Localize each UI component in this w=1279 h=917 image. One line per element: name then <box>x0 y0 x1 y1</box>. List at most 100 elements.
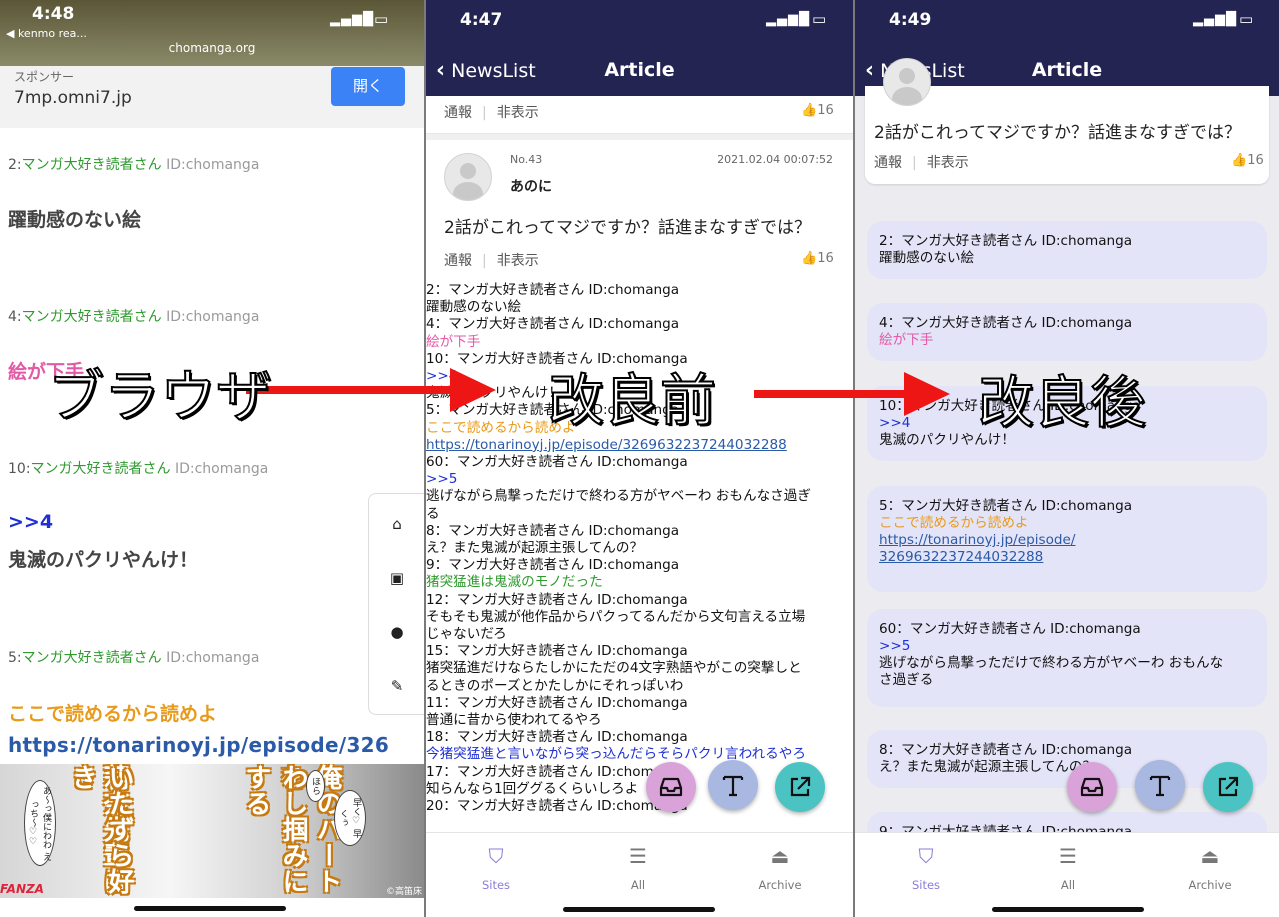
post-link[interactable]: https://tonarinoyj.jp/episode/326 <box>8 733 389 757</box>
raw-line: 18：マンガ大好き読者さん ID:chomanga <box>426 729 688 746</box>
report-button[interactable]: 通報 <box>874 155 902 171</box>
tab-all[interactable]: ☰ All <box>598 843 678 892</box>
ad-title-2: いたずら好き <box>67 764 134 894</box>
status-time: 4:47 <box>460 10 503 30</box>
home-icon[interactable]: ⌂ <box>389 516 405 532</box>
archive-icon: ⏏ <box>770 844 790 868</box>
post-nickname: マンガ大好き読者さん <box>21 157 162 173</box>
archive-fab[interactable] <box>646 762 696 812</box>
reply-anchor[interactable]: >>4 <box>8 511 53 533</box>
tab-label: Sites <box>481 878 511 892</box>
raw-line: 絵が下手 <box>426 333 481 350</box>
list-item: 4：マンガ大好き読者さん ID:chomanga 絵が下手 <box>867 303 1267 361</box>
open-external-fab[interactable] <box>1203 762 1253 812</box>
bubble-header: 2：マンガ大好き読者さん ID:chomanga <box>879 233 1133 249</box>
raw-line[interactable]: 今猪突猛進と言いながら突っ込んだらそらパクリ言われるやろ <box>426 746 853 763</box>
raw-line: 猪突猛進は鬼滅のモノだった <box>426 574 603 591</box>
post-number: 5: <box>8 650 22 666</box>
status-time: 4:48 <box>32 4 75 24</box>
signal-icon: ▂▄▆█ <box>330 12 374 27</box>
comment-icon[interactable]: ● <box>389 624 405 640</box>
ad-copyright: ©高笛床 <box>385 887 422 897</box>
battery-icon: ▭ <box>374 10 390 28</box>
image-icon[interactable]: ▣ <box>389 570 405 586</box>
raw-line: 2：マンガ大好き読者さん ID:chomanga <box>426 282 680 298</box>
ad-brand: FANZA <box>0 882 44 896</box>
post-body: ここで読めるから読めよ <box>8 703 218 725</box>
raw-line[interactable]: >>5 <box>426 471 853 488</box>
comment-card: No.43 2021.02.04 00:07:52 あのに 2話がこれってマジで… <box>426 140 853 280</box>
archive-icon: ⏏ <box>1200 844 1220 868</box>
sponsor-label: スポンサー <box>14 70 75 84</box>
external-link-icon <box>1218 776 1239 797</box>
post-header: 5:マンガ大好き読者さん ID:chomanga <box>8 647 259 667</box>
bubble-header: 4：マンガ大好き読者さん ID:chomanga <box>879 315 1133 331</box>
url-bar[interactable]: chomanga.org <box>0 41 424 55</box>
open-button[interactable]: 開く <box>331 67 405 106</box>
text-size-fab[interactable] <box>1135 760 1185 810</box>
hide-button[interactable]: 非表示 <box>497 253 539 269</box>
post-number: 4: <box>8 309 22 325</box>
browser-panel: 4:48 ◀ kenmo rea... ▂▄▆█ ▭ chomanga.org … <box>0 0 424 917</box>
post-id: ID:chomanga <box>166 650 260 666</box>
bubble-body: さ過ぎる <box>879 672 934 688</box>
text-icon <box>722 775 744 797</box>
annotation-arrowhead <box>904 372 950 416</box>
like-count[interactable]: 👍16 <box>801 103 834 118</box>
external-link-icon <box>790 776 811 797</box>
thumbs-up-icon: 👍 <box>801 103 818 118</box>
ad-speech-bubble: あ～っ僕にわわ えっち～♡♡ <box>24 780 56 866</box>
comment-card: 2話がこれってマジですか？話進まなすぎでは？ 通報 | 非表示 👍16 <box>865 58 1269 184</box>
tab-archive[interactable]: ⏏ Archive <box>740 843 820 892</box>
bubble-header: 5：マンガ大好き読者さん ID:chomanga <box>879 498 1133 514</box>
post-id: ID:chomanga <box>174 461 269 477</box>
post-body: 鬼滅のパクリやんけ！ <box>8 549 199 571</box>
post-header: 2:マンガ大好き読者さん ID:chomanga <box>8 154 259 174</box>
thumbs-up-icon: 👍 <box>1231 153 1248 168</box>
thumbs-up-icon: 👍 <box>801 251 818 266</box>
page-title: Article <box>604 59 675 81</box>
back-to-app-link[interactable]: ◀ kenmo rea... <box>6 27 87 40</box>
tab-label: All <box>630 878 646 892</box>
tab-sites[interactable]: ⛉ Sites <box>886 843 966 892</box>
comment-card: 通報 | 非表示 👍16 <box>426 96 853 134</box>
raw-line: 8：マンガ大好き読者さん ID:chomanga <box>426 522 680 539</box>
status-bar: 4:47 ▂▄▆█ ▭ <box>426 0 853 46</box>
battery-icon: ▭ <box>1239 10 1255 28</box>
hide-button[interactable]: 非表示 <box>927 155 969 171</box>
like-number: 16 <box>817 251 834 266</box>
tab-sites[interactable]: ⛉ Sites <box>456 843 536 892</box>
raw-line: じゃないだろ <box>426 626 507 643</box>
bubble-link[interactable]: https://tonarinoyj.jp/episode/ <box>879 532 1255 549</box>
edit-icon[interactable]: ✎ <box>389 678 405 694</box>
text-size-fab[interactable] <box>708 760 758 810</box>
reply-anchor[interactable]: >>5 <box>879 638 1255 655</box>
status-bar: 4:48 ◀ kenmo rea... ▂▄▆█ ▭ chomanga.org <box>0 0 424 66</box>
post-body: 躍動感のない絵 <box>8 209 142 231</box>
avatar <box>444 153 492 201</box>
home-indicator <box>134 906 286 911</box>
thread-link[interactable]: https://tonarinoyj.jp/episode/3269632237… <box>426 437 853 454</box>
raw-line: 猪突猛進だけならたしかにただの4文字熟語やがこの突撃しと <box>426 660 802 677</box>
report-button[interactable]: 通報 <box>444 253 472 269</box>
report-button[interactable]: 通報 <box>444 105 472 121</box>
ad-speech-bubble: ほら <box>306 770 325 802</box>
bubble-link[interactable]: 3269632237244032288 <box>879 549 1255 566</box>
like-count[interactable]: 👍16 <box>1231 153 1264 168</box>
post-nickname: マンガ大好き読者さん <box>21 650 162 666</box>
annotation-arrow <box>754 390 910 398</box>
tab-all[interactable]: ☰ All <box>1028 843 1108 892</box>
tab-label: Archive <box>1188 878 1232 892</box>
archive-fab[interactable] <box>1067 762 1117 812</box>
tab-archive[interactable]: ⏏ Archive <box>1170 843 1250 892</box>
manga-ad-banner[interactable]: 莉奈先輩は いたずら好き 俺のハートを わし掴みにする あ～っ僕にわわ えっち～… <box>0 764 424 898</box>
tray-icon <box>1080 777 1104 797</box>
like-count[interactable]: 👍16 <box>801 251 834 266</box>
tab-bar: ⛉ Sites ☰ All ⏏ Archive <box>855 832 1279 917</box>
comment-body: 2話がこれってマジですか？話進まなすぎでは？ <box>444 218 811 238</box>
bubble-header: 60：マンガ大好き読者さん ID:chomanga <box>879 621 1141 637</box>
hide-button[interactable]: 非表示 <box>497 105 539 121</box>
open-external-fab[interactable] <box>775 762 825 812</box>
comment-date: 2021.02.04 00:07:52 <box>717 153 833 166</box>
like-number: 16 <box>1247 153 1264 168</box>
